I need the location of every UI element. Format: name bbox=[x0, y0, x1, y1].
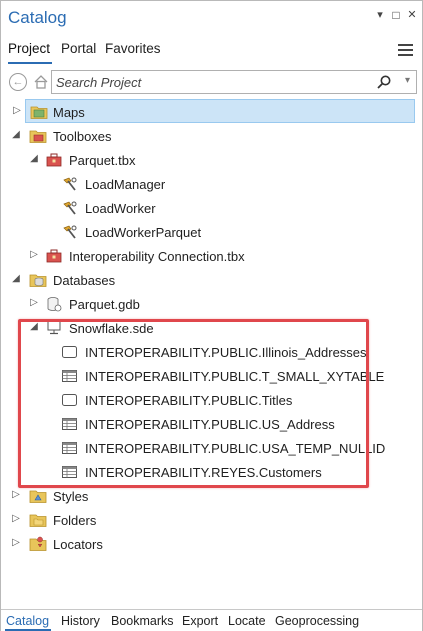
menu-icon[interactable] bbox=[398, 44, 413, 57]
tree-item-table[interactable]: INTEROPERABILITY.PUBLIC.USA_TEMP_NULLID bbox=[1, 436, 422, 460]
table-icon bbox=[61, 463, 79, 481]
tree-item-folders[interactable]: ▷ Folders bbox=[1, 508, 422, 532]
maps-folder-icon bbox=[30, 103, 48, 121]
expand-caret-icon[interactable]: ▷ bbox=[11, 537, 21, 549]
tab-catalog[interactable]: Catalog bbox=[6, 614, 49, 628]
locators-folder-icon bbox=[29, 535, 47, 553]
geodatabase-icon bbox=[45, 295, 63, 313]
script-tool-icon bbox=[61, 223, 79, 241]
collapse-caret-icon[interactable]: ◢ bbox=[29, 153, 39, 165]
active-tab-indicator bbox=[8, 62, 52, 64]
home-icon[interactable] bbox=[32, 73, 50, 91]
databases-folder-icon bbox=[29, 271, 47, 289]
feature-class-icon bbox=[61, 343, 79, 361]
catalog-source-tabs: Project Portal Favorites bbox=[1, 37, 422, 65]
tree-item-label: Toolboxes bbox=[53, 129, 112, 144]
collapse-caret-icon[interactable]: ◢ bbox=[11, 129, 21, 141]
collapse-caret-icon[interactable]: ◢ bbox=[29, 321, 39, 333]
tab-bookmarks[interactable]: Bookmarks bbox=[111, 614, 174, 628]
styles-folder-icon bbox=[29, 487, 47, 505]
tab-history[interactable]: History bbox=[61, 614, 100, 628]
tree-item-label: Databases bbox=[53, 273, 116, 288]
catalog-pane: Catalog ▾ □ ✕ Project Portal Favorites ←… bbox=[0, 0, 423, 631]
tree-item-table[interactable]: INTEROPERABILITY.PUBLIC.US_Address bbox=[1, 412, 422, 436]
expand-caret-icon[interactable]: ▷ bbox=[12, 105, 22, 117]
tree-item-table[interactable]: INTEROPERABILITY.REYES.Customers bbox=[1, 460, 422, 484]
folders-folder-icon bbox=[29, 511, 47, 529]
tree-item-table[interactable]: INTEROPERABILITY.PUBLIC.T_SMALL_XYTABLE bbox=[1, 364, 422, 388]
script-tool-icon bbox=[61, 175, 79, 193]
tree-item-parquet-gdb[interactable]: ▷ Parquet.gdb bbox=[1, 292, 422, 316]
tree-item-label: Parquet.gdb bbox=[69, 297, 140, 312]
tree-item-load-worker[interactable]: LoadWorker bbox=[1, 196, 422, 220]
tree-item-styles[interactable]: ▷ Styles bbox=[1, 484, 422, 508]
toolboxes-folder-icon bbox=[29, 127, 47, 145]
tree-item-load-worker-parquet[interactable]: LoadWorkerParquet bbox=[1, 220, 422, 244]
toolbox-icon bbox=[45, 151, 63, 169]
search-options-dropdown-icon[interactable]: ▾ bbox=[405, 75, 410, 86]
tab-export[interactable]: Export bbox=[182, 614, 218, 628]
database-connection-icon bbox=[45, 319, 63, 337]
tree-item-label: Styles bbox=[53, 489, 89, 504]
tree-item-label: LoadWorker bbox=[85, 201, 156, 216]
table-icon bbox=[61, 415, 79, 433]
tree-item-interoperability-tbx[interactable]: ▷ Interoperability Connection.tbx bbox=[1, 244, 422, 268]
table-icon bbox=[61, 439, 79, 457]
tab-locate[interactable]: Locate bbox=[228, 614, 266, 628]
tab-project[interactable]: Project bbox=[8, 41, 50, 56]
feature-class-icon bbox=[61, 391, 79, 409]
tree-item-label: Maps bbox=[53, 105, 85, 120]
tree-item-label: INTEROPERABILITY.PUBLIC.Illinois_Address… bbox=[85, 345, 367, 360]
pane-options-dropdown-icon[interactable]: ▾ bbox=[373, 7, 387, 23]
toolbox-icon bbox=[45, 247, 63, 265]
tree-item-label: Folders bbox=[53, 513, 97, 528]
tree-item-snowflake-sde[interactable]: ◢ Snowflake.sde bbox=[1, 316, 422, 340]
table-icon bbox=[61, 367, 79, 385]
search-box: ▾ bbox=[51, 70, 417, 94]
tree-item-label: Snowflake.sde bbox=[69, 321, 154, 336]
tree-item-maps[interactable]: ▷ Maps bbox=[13, 99, 415, 123]
tree-item-label: INTEROPERABILITY.PUBLIC.US_Address bbox=[85, 417, 335, 432]
expand-caret-icon[interactable]: ▷ bbox=[29, 249, 39, 261]
tree-item-toolboxes[interactable]: ◢ Toolboxes bbox=[1, 124, 422, 148]
tree-item-label: Locators bbox=[53, 537, 103, 552]
tree-item-load-manager[interactable]: LoadManager bbox=[1, 172, 422, 196]
tree-item-locators[interactable]: ▷ Locators bbox=[1, 532, 422, 556]
tree-item-table[interactable]: INTEROPERABILITY.PUBLIC.Illinois_Address… bbox=[1, 340, 422, 364]
tree-item-label: INTEROPERABILITY.PUBLIC.T_SMALL_XYTABLE bbox=[85, 369, 385, 384]
back-icon[interactable]: ← bbox=[9, 73, 27, 91]
tree-item-databases[interactable]: ◢ Databases bbox=[1, 268, 422, 292]
maximize-icon[interactable]: □ bbox=[389, 7, 403, 23]
tree-item-label: LoadManager bbox=[85, 177, 166, 192]
tab-favorites[interactable]: Favorites bbox=[105, 41, 161, 56]
search-icon[interactable] bbox=[376, 74, 392, 90]
expand-caret-icon[interactable]: ▷ bbox=[11, 489, 21, 501]
tree-item-label: Interoperability Connection.tbx bbox=[69, 249, 245, 264]
tree-item-table[interactable]: INTEROPERABILITY.PUBLIC.Titles bbox=[1, 388, 422, 412]
expand-caret-icon[interactable]: ▷ bbox=[29, 297, 39, 309]
bottom-pane-tabs: Catalog History Bookmarks Export Locate … bbox=[1, 609, 422, 631]
tree-item-label: INTEROPERABILITY.REYES.Customers bbox=[85, 465, 322, 480]
collapse-caret-icon[interactable]: ◢ bbox=[11, 273, 21, 285]
close-icon[interactable]: ✕ bbox=[405, 7, 419, 23]
title-bar: Catalog ▾ □ ✕ bbox=[1, 1, 422, 31]
tree-item-label: Parquet.tbx bbox=[69, 153, 136, 168]
tree-item-label: LoadWorkerParquet bbox=[85, 225, 202, 240]
expand-caret-icon[interactable]: ▷ bbox=[11, 513, 21, 525]
tree-item-label: INTEROPERABILITY.PUBLIC.USA_TEMP_NULLID bbox=[85, 441, 386, 456]
script-tool-icon bbox=[61, 199, 79, 217]
tab-portal[interactable]: Portal bbox=[61, 41, 96, 56]
tab-geoprocessing[interactable]: Geoprocessing bbox=[275, 614, 359, 628]
tree-item-label: INTEROPERABILITY.PUBLIC.Titles bbox=[85, 393, 293, 408]
pane-title: Catalog bbox=[8, 8, 67, 27]
search-input[interactable] bbox=[56, 74, 366, 90]
tree-item-parquet-tbx[interactable]: ◢ Parquet.tbx bbox=[1, 148, 422, 172]
